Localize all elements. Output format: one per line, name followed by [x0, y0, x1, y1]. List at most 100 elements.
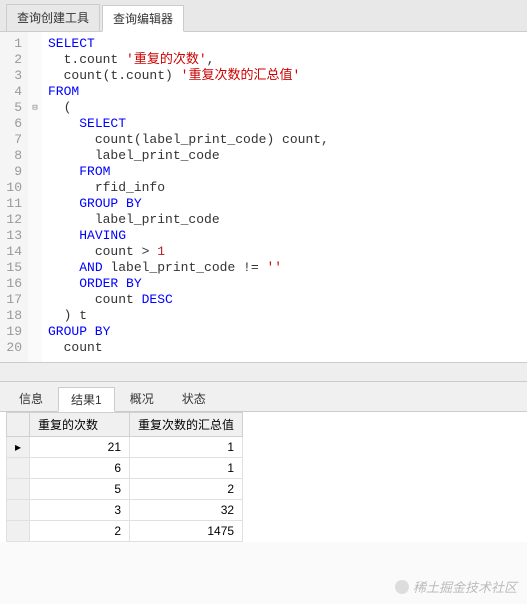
- watermark-text: 稀土掘金技术社区: [413, 577, 517, 596]
- row-header[interactable]: [7, 521, 30, 542]
- fold-row: [28, 68, 42, 84]
- code-line[interactable]: SELECT: [48, 36, 523, 52]
- cell[interactable]: 1: [130, 458, 243, 479]
- cell[interactable]: 1475: [130, 521, 243, 542]
- line-number: 20: [2, 340, 22, 356]
- cell[interactable]: 2: [130, 479, 243, 500]
- watermark: 稀土掘金技术社区: [395, 577, 517, 596]
- line-number: 17: [2, 292, 22, 308]
- watermark-icon: [395, 580, 409, 594]
- line-number: 18: [2, 308, 22, 324]
- code-line[interactable]: AND label_print_code != '': [48, 260, 523, 276]
- line-number: 8: [2, 148, 22, 164]
- line-number: 2: [2, 52, 22, 68]
- fold-row: [28, 308, 42, 324]
- code-line[interactable]: GROUP BY: [48, 196, 523, 212]
- bottom-tab-bar: 信息 结果1 概况 状态: [0, 382, 527, 412]
- row-header-corner: [7, 413, 30, 437]
- code-line[interactable]: count(label_print_code) count,: [48, 132, 523, 148]
- cell[interactable]: 6: [30, 458, 130, 479]
- line-number: 9: [2, 164, 22, 180]
- code-line[interactable]: label_print_code: [48, 148, 523, 164]
- table-row[interactable]: 52: [7, 479, 243, 500]
- cell[interactable]: 32: [130, 500, 243, 521]
- line-number: 12: [2, 212, 22, 228]
- column-header[interactable]: 重复的次数: [30, 413, 130, 437]
- code-line[interactable]: count(t.count) '重复次数的汇总值': [48, 68, 523, 84]
- fold-row: [28, 260, 42, 276]
- fold-row: [28, 132, 42, 148]
- tab-info[interactable]: 信息: [6, 386, 56, 411]
- line-number: 10: [2, 180, 22, 196]
- code-line[interactable]: GROUP BY: [48, 324, 523, 340]
- code-line[interactable]: ORDER BY: [48, 276, 523, 292]
- fold-row: [28, 244, 42, 260]
- line-number: 3: [2, 68, 22, 84]
- tab-query-editor[interactable]: 查询编辑器: [102, 5, 184, 32]
- code-line[interactable]: SELECT: [48, 116, 523, 132]
- fold-row: [28, 340, 42, 356]
- line-number: 19: [2, 324, 22, 340]
- code-line[interactable]: HAVING: [48, 228, 523, 244]
- column-header[interactable]: 重复次数的汇总值: [130, 413, 243, 437]
- fold-row: [28, 276, 42, 292]
- results-grid[interactable]: 重复的次数重复次数的汇总值▸211615233221475: [0, 412, 527, 542]
- code-line[interactable]: label_print_code: [48, 212, 523, 228]
- fold-row[interactable]: ⊟: [28, 100, 42, 116]
- code-area[interactable]: SELECT t.count '重复的次数', count(t.count) '…: [42, 32, 527, 362]
- code-line[interactable]: FROM: [48, 164, 523, 180]
- line-number: 4: [2, 84, 22, 100]
- row-header[interactable]: [7, 458, 30, 479]
- fold-gutter: ⊟: [28, 32, 42, 362]
- fold-row: [28, 84, 42, 100]
- top-tab-bar: 查询创建工具 查询编辑器: [0, 0, 527, 32]
- fold-row: [28, 212, 42, 228]
- fold-row: [28, 180, 42, 196]
- cell[interactable]: 1: [130, 437, 243, 458]
- code-line[interactable]: FROM: [48, 84, 523, 100]
- fold-row: [28, 148, 42, 164]
- table-row[interactable]: ▸211: [7, 437, 243, 458]
- fold-row: [28, 36, 42, 52]
- tab-status[interactable]: 状态: [169, 386, 219, 411]
- row-header[interactable]: ▸: [7, 437, 30, 458]
- line-number: 13: [2, 228, 22, 244]
- code-line[interactable]: rfid_info: [48, 180, 523, 196]
- table-row[interactable]: 61: [7, 458, 243, 479]
- code-line[interactable]: count > 1: [48, 244, 523, 260]
- cell[interactable]: 5: [30, 479, 130, 500]
- fold-row: [28, 228, 42, 244]
- line-number: 6: [2, 116, 22, 132]
- fold-row: [28, 196, 42, 212]
- cell[interactable]: 3: [30, 500, 130, 521]
- row-header[interactable]: [7, 479, 30, 500]
- table-row[interactable]: 21475: [7, 521, 243, 542]
- line-number: 11: [2, 196, 22, 212]
- tab-result1[interactable]: 结果1: [58, 387, 115, 412]
- sql-editor[interactable]: 1234567891011121314151617181920 ⊟ SELECT…: [0, 32, 527, 362]
- cell[interactable]: 21: [30, 437, 130, 458]
- code-line[interactable]: (: [48, 100, 523, 116]
- cell[interactable]: 2: [30, 521, 130, 542]
- table-row[interactable]: 332: [7, 500, 243, 521]
- code-line[interactable]: ) t: [48, 308, 523, 324]
- tab-profile[interactable]: 概况: [117, 386, 167, 411]
- line-number: 15: [2, 260, 22, 276]
- line-number: 5: [2, 100, 22, 116]
- fold-row: [28, 116, 42, 132]
- line-number: 1: [2, 36, 22, 52]
- fold-row: [28, 52, 42, 68]
- line-number: 16: [2, 276, 22, 292]
- row-header[interactable]: [7, 500, 30, 521]
- code-line[interactable]: t.count '重复的次数',: [48, 52, 523, 68]
- line-number-gutter: 1234567891011121314151617181920: [0, 32, 28, 362]
- fold-row: [28, 292, 42, 308]
- code-line[interactable]: count: [48, 340, 523, 356]
- tab-query-builder[interactable]: 查询创建工具: [6, 4, 100, 31]
- splitter-bar[interactable]: [0, 362, 527, 382]
- line-number: 14: [2, 244, 22, 260]
- line-number: 7: [2, 132, 22, 148]
- fold-row: [28, 164, 42, 180]
- code-line[interactable]: count DESC: [48, 292, 523, 308]
- fold-row: [28, 324, 42, 340]
